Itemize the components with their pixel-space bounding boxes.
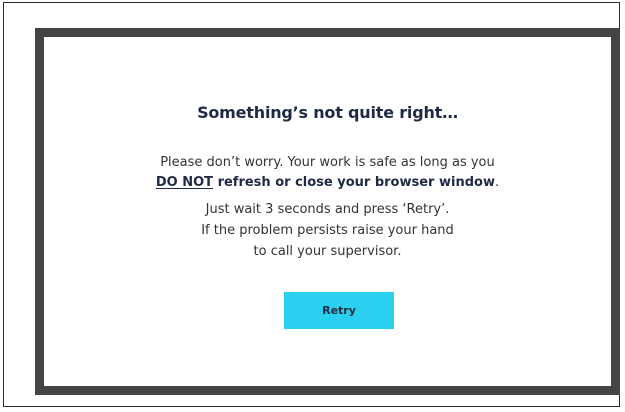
warning-emphasis: DO NOT <box>155 175 214 190</box>
page-container: Something’s not quite right… Please don’… <box>3 2 620 407</box>
dialog-content: Something’s not quite right… Please don’… <box>44 37 611 386</box>
warning-period: . <box>494 175 500 190</box>
retry-button[interactable]: Retry <box>284 292 394 329</box>
instruction-text-2: If the problem persists raise your hand <box>201 223 454 238</box>
dialog-title: Something’s not quite right… <box>197 103 458 122</box>
warning-text: DO NOT refresh or close your browser win… <box>44 174 611 192</box>
instruction-text-1: Just wait 3 seconds and press ‘Retry’. <box>205 202 450 217</box>
warning-rest: refresh or close your browser window <box>213 175 495 190</box>
instruction-text-3: to call your supervisor. <box>253 244 402 259</box>
reassurance-text: Please don’t worry. Your work is safe as… <box>160 155 495 170</box>
error-dialog: Something’s not quite right… Please don’… <box>35 28 620 395</box>
